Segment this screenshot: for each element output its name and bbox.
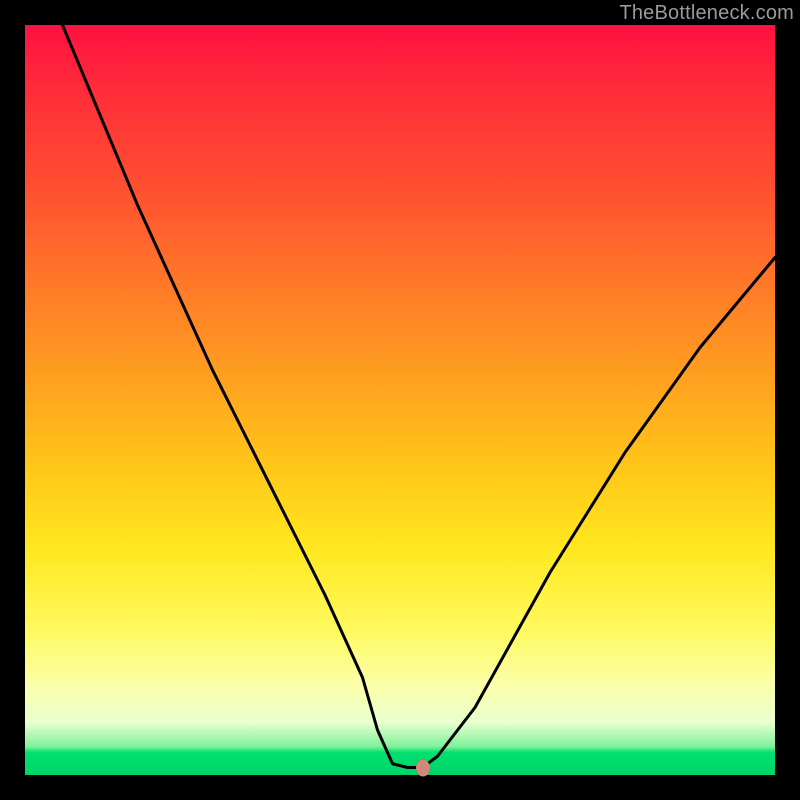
plot-area xyxy=(25,25,775,775)
chart-frame: TheBottleneck.com xyxy=(0,0,800,800)
bottleneck-curve xyxy=(25,25,775,775)
optimum-marker xyxy=(416,759,430,776)
watermark-text: TheBottleneck.com xyxy=(619,2,794,25)
